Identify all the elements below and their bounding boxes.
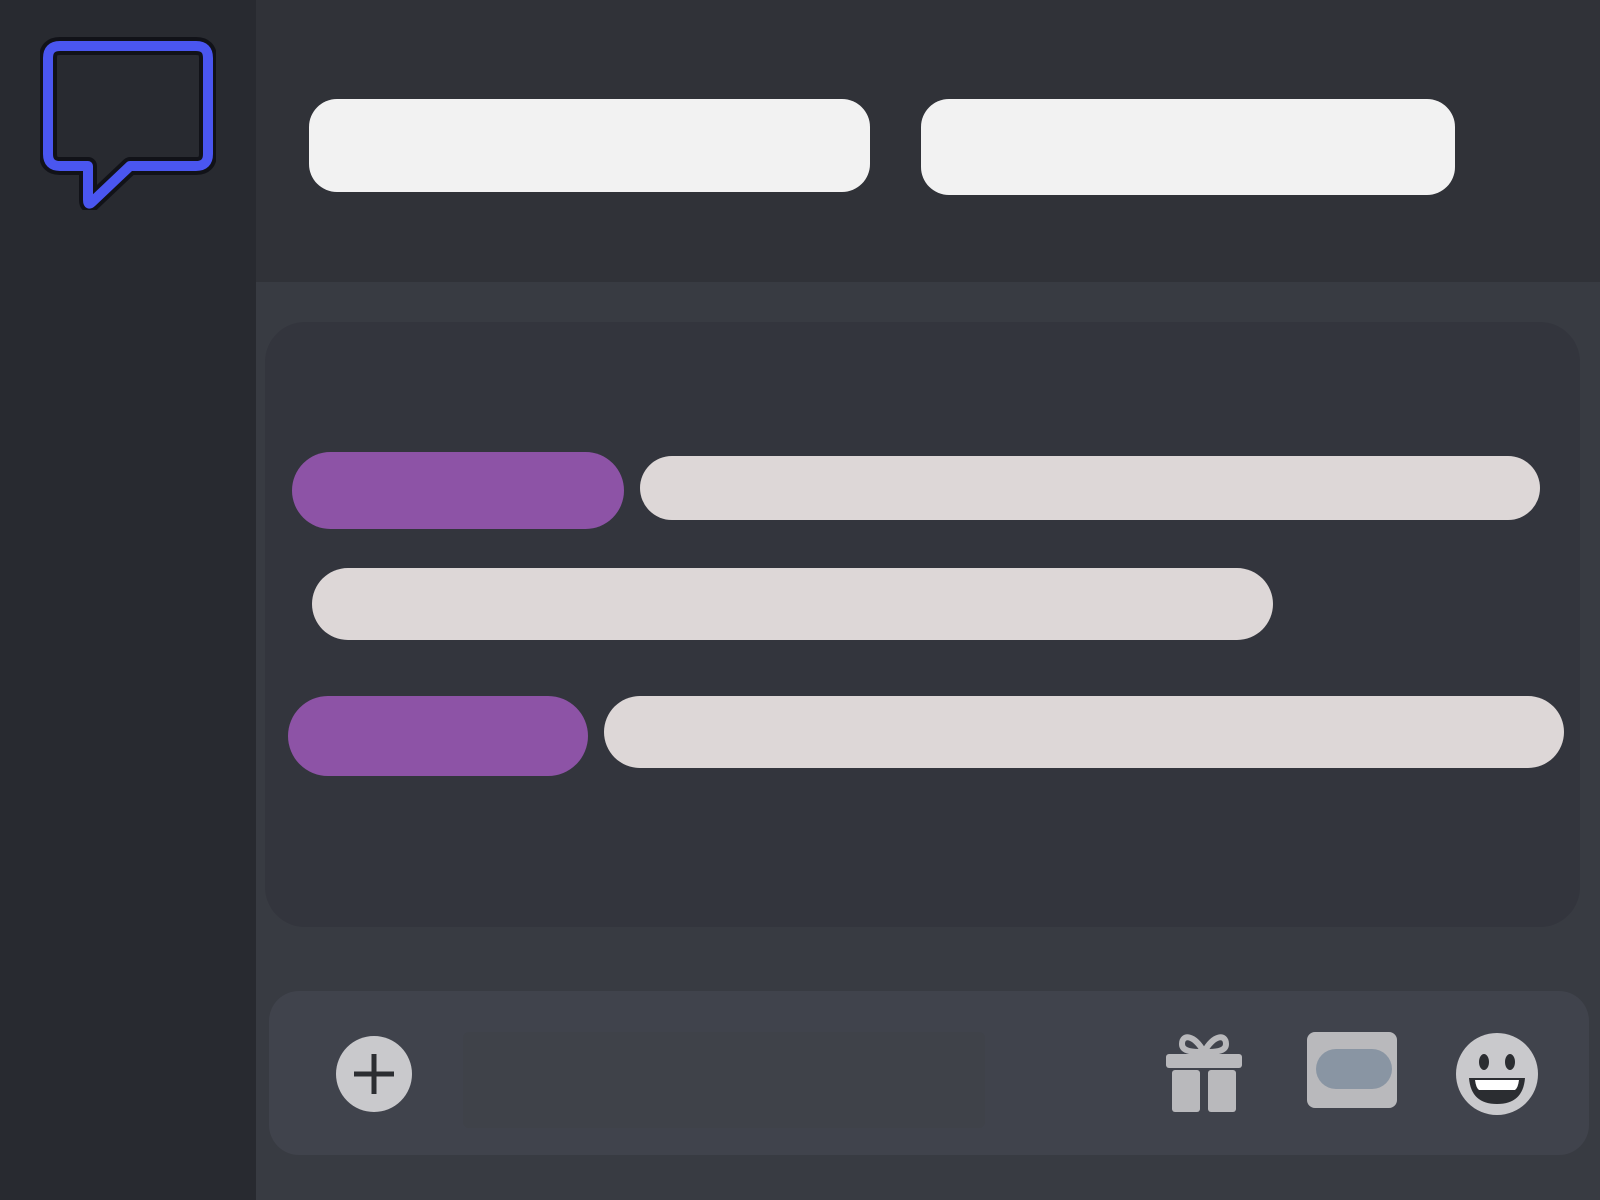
message-text — [312, 568, 1273, 640]
header-field-2[interactable] — [921, 99, 1455, 195]
header-field-1[interactable] — [309, 99, 870, 192]
plus-circle-icon[interactable] — [334, 1034, 414, 1114]
emoji-smile-icon[interactable] — [1455, 1032, 1539, 1116]
message-author[interactable] — [288, 696, 588, 776]
message-author[interactable] — [292, 452, 624, 529]
gift-icon[interactable] — [1164, 1030, 1244, 1114]
message-input[interactable] — [463, 1032, 985, 1128]
server-sidebar — [0, 0, 256, 1200]
chat-bubble-icon[interactable] — [40, 36, 216, 210]
message-text — [604, 696, 1564, 768]
message-text — [640, 456, 1540, 520]
gif-sticker-icon[interactable] — [1306, 1031, 1398, 1109]
